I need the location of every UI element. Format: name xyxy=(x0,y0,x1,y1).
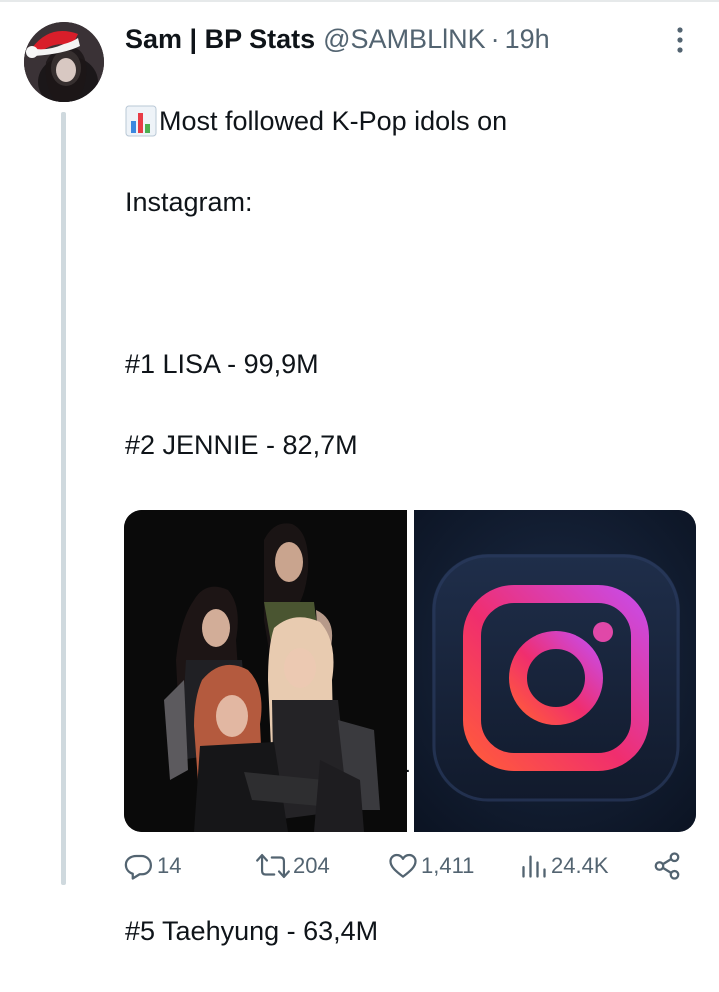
text-line: Instagram: xyxy=(125,186,253,217)
more-vertical-icon xyxy=(677,27,683,53)
share-icon xyxy=(654,852,680,880)
views-icon xyxy=(522,855,546,878)
thread-connector-line xyxy=(61,112,66,885)
display-name[interactable]: Sam | BP Stats xyxy=(125,22,315,56)
media-photo-group[interactable] xyxy=(124,510,407,832)
text-line: Most followed K-Pop idols on xyxy=(159,105,508,136)
view-count: 24.4K xyxy=(551,853,609,878)
retweet-button[interactable]: 204 xyxy=(256,847,330,885)
like-button[interactable]: 1,411 xyxy=(388,847,474,885)
ranking-line: #1 LISA - 99,9M xyxy=(125,348,319,379)
ranking-line: #2 JENNIE - 82,7M xyxy=(125,429,358,460)
tweet-header: Sam | BP Stats @SAMBLlNK · 19h xyxy=(125,22,550,56)
share-button[interactable] xyxy=(652,847,685,885)
more-options-button[interactable] xyxy=(664,24,696,56)
reply-icon xyxy=(124,854,152,880)
views-button[interactable]: 24.4K xyxy=(520,847,609,885)
media-instagram-logo[interactable] xyxy=(414,510,696,832)
user-handle[interactable]: @SAMBLlNK xyxy=(323,22,485,56)
retweet-icon xyxy=(256,853,290,879)
bar-chart-emoji-icon xyxy=(125,105,157,137)
reply-button[interactable]: 14 xyxy=(124,847,181,885)
timestamp[interactable]: 19h xyxy=(505,22,550,56)
ranking-line: #5 Taehyung - 63,4M xyxy=(125,915,379,946)
like-count: 1,411 xyxy=(421,853,475,878)
avatar[interactable] xyxy=(24,22,104,102)
retweet-count: 204 xyxy=(293,853,330,878)
tweet-actions-bar: 14 204 1,411 24.4K xyxy=(124,847,696,885)
separator-dot: · xyxy=(490,24,500,54)
reply-count: 14 xyxy=(157,853,182,878)
heart-icon xyxy=(389,853,417,878)
top-divider xyxy=(0,0,719,2)
